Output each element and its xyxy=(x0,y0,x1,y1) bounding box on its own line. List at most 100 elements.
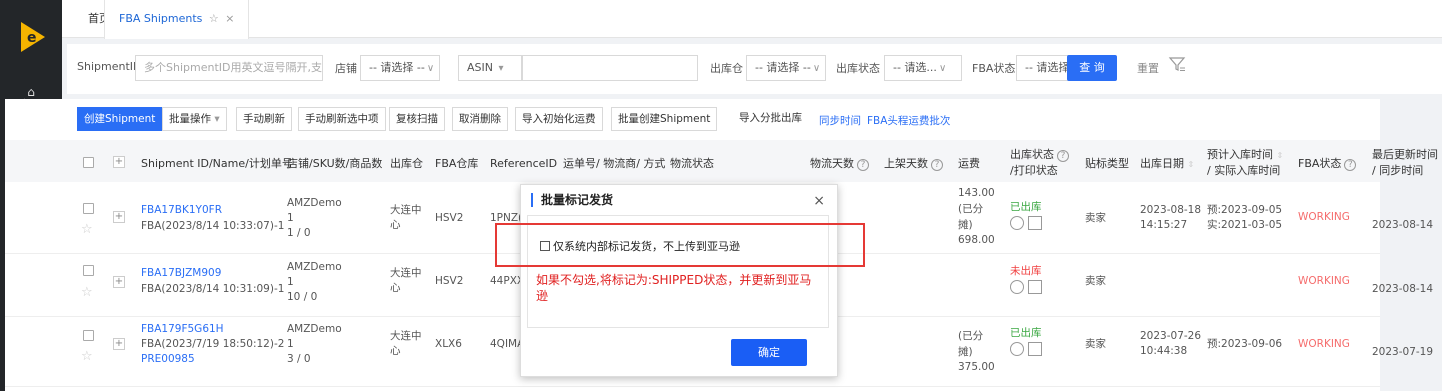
warehouse-name: 大连中心 xyxy=(390,330,422,357)
header-reference-id: ReferenceID xyxy=(490,157,558,170)
store-name: AMZDemo xyxy=(287,261,342,273)
fba-status: WORKING xyxy=(1298,275,1350,287)
circle-icon[interactable] xyxy=(1010,280,1024,294)
sync-time-link[interactable]: 同步时间 xyxy=(819,113,861,128)
item-count: 1 / 0 xyxy=(287,227,311,239)
batch-operations-button[interactable]: 批量操作 ▾ xyxy=(162,107,227,131)
tab-bar: 首页 FBA Shipments ☆ × xyxy=(62,0,1442,39)
freight-total: 375.00 xyxy=(958,361,995,373)
row-checkbox[interactable] xyxy=(83,330,94,341)
shipment-id-link[interactable]: FBA17BK1Y0FR xyxy=(141,203,222,218)
freight-note-2: 摊) xyxy=(958,219,973,231)
expand-row-icon[interactable]: + xyxy=(113,338,125,350)
label-type: 卖家 xyxy=(1085,338,1106,350)
header-print-status: /打印状态 xyxy=(1010,164,1058,177)
cancel-delete-button[interactable]: 取消删除 xyxy=(452,107,508,131)
shipment-id-link[interactable]: FBA17BJZM909 xyxy=(141,266,221,281)
shipment-id-link[interactable]: FBA179F5G61H xyxy=(141,322,224,337)
print-status-icons[interactable] xyxy=(1010,280,1042,295)
manual-refresh-button[interactable]: 手动刷新 xyxy=(236,107,292,131)
filter-icon[interactable] xyxy=(1168,55,1186,73)
close-icon[interactable]: × xyxy=(813,193,825,209)
favorite-star-icon[interactable]: ☆ xyxy=(81,285,93,300)
square-icon[interactable] xyxy=(1028,216,1042,230)
print-status-icons[interactable] xyxy=(1010,216,1042,231)
fba-status: WORKING xyxy=(1298,338,1350,350)
sort-icon[interactable]: ⇕ xyxy=(1277,151,1284,160)
out-status-select[interactable]: -- 请选... ∨ xyxy=(884,55,962,81)
est-in-date: 预:2023-09-06 xyxy=(1207,338,1283,350)
close-icon[interactable]: × xyxy=(225,12,234,25)
sort-icon[interactable]: ⇕ xyxy=(1188,160,1195,169)
warning-hint: 如果不勾选,将标记为:SHIPPED状态，并更新到亚马逊 xyxy=(536,273,812,303)
header-logistics-status: 物流状态 xyxy=(670,157,714,170)
square-icon[interactable] xyxy=(1028,280,1042,294)
out-time: 10:44:38 xyxy=(1140,345,1188,357)
plan-number-link[interactable]: PRE00985 xyxy=(141,352,195,367)
recheck-scan-button[interactable]: 复核扫描 xyxy=(389,107,445,131)
updated-date: 2023-07-19 xyxy=(1372,346,1434,358)
create-shipment-button[interactable]: 创建Shipment xyxy=(77,107,163,131)
freight-note-2: 摊) xyxy=(958,346,973,358)
fba-freight-batch-link[interactable]: FBA头程运费批次 xyxy=(867,113,950,128)
warehouse-label: 出库仓 xyxy=(710,62,743,75)
help-icon[interactable]: ? xyxy=(1344,159,1357,171)
logo-icon[interactable]: e xyxy=(19,22,45,52)
row-checkbox[interactable] xyxy=(83,265,94,276)
import-fee-button[interactable]: 导入初始化运费 xyxy=(515,107,603,131)
expand-all-icon[interactable]: + xyxy=(113,156,125,168)
confirm-button[interactable]: 确定 xyxy=(731,339,807,366)
item-count: 3 / 0 xyxy=(287,353,311,365)
favorite-star-icon[interactable]: ☆ xyxy=(81,222,93,237)
asin-type-select[interactable]: ASIN ▾ xyxy=(458,55,522,81)
expand-row-icon[interactable]: + xyxy=(113,276,125,288)
header-shipment-id: Shipment ID/Name/计划单号 xyxy=(141,157,293,170)
header-store: 店铺/SKU数/商品数 xyxy=(287,157,383,170)
shipment-id-label: ShipmentID xyxy=(77,60,142,73)
header-freight: 运费 xyxy=(958,157,980,170)
est-in-date: 预:2023-09-05 xyxy=(1207,204,1283,216)
chevron-down-icon: ∨ xyxy=(426,63,435,74)
help-icon[interactable]: ? xyxy=(931,159,943,171)
circle-icon[interactable] xyxy=(1010,216,1024,230)
shipment-name: FBA(2023/8/14 10:33:07)-1 xyxy=(141,220,285,232)
expand-row-icon[interactable]: + xyxy=(113,211,125,223)
label-type: 卖家 xyxy=(1085,212,1106,224)
updated-date: 2023-08-14 xyxy=(1372,219,1434,231)
star-icon[interactable]: ☆ xyxy=(209,12,219,25)
batch-create-shipment-button[interactable]: 批量创建Shipment xyxy=(611,107,718,131)
header-est-in: 预计入库时间 ⇕ xyxy=(1207,148,1284,161)
svg-text:e: e xyxy=(27,30,37,46)
print-status-icons[interactable] xyxy=(1010,342,1042,357)
favorite-star-icon[interactable]: ☆ xyxy=(81,349,93,364)
query-button[interactable]: 查 询 xyxy=(1067,55,1117,81)
import-batch-out-button[interactable]: 导入分批出库 xyxy=(733,107,808,131)
out-date: 2023-07-26 xyxy=(1140,330,1202,342)
select-all-checkbox[interactable] xyxy=(83,157,94,168)
bag-icon: ⌂ xyxy=(27,85,35,99)
shipment-id-input[interactable]: 多个ShipmentID用英文逗号隔开,支持 xyxy=(135,55,323,81)
refresh-selected-button[interactable]: 手动刷新选中项 xyxy=(298,107,386,131)
freight-total: 698.00 xyxy=(958,234,995,246)
shipment-name: FBA(2023/8/14 10:31:09)-1 xyxy=(141,283,285,295)
sku-count: 1 xyxy=(287,338,294,350)
out-status: 已出库 xyxy=(1010,327,1042,339)
help-icon[interactable]: ? xyxy=(857,159,869,171)
freight-note: (已分 xyxy=(958,330,984,342)
asin-input[interactable] xyxy=(522,55,698,81)
store-select[interactable]: -- 请选择 -- ∨ xyxy=(360,55,440,81)
app-root: e ⌂ 产品 ⊔ 采购 ⊙ 刊登 ◎ 广告 ⊡ 销售 ▭ 发货 ◆ xyxy=(0,0,1442,391)
row-checkbox[interactable] xyxy=(83,203,94,214)
square-icon[interactable] xyxy=(1028,342,1042,356)
help-icon[interactable]: ? xyxy=(1057,150,1069,162)
reset-button[interactable]: 重置 xyxy=(1137,60,1159,76)
header-updated: 最后更新时间 xyxy=(1372,148,1438,161)
out-date: 2023-08-18 xyxy=(1140,204,1202,216)
warehouse-select[interactable]: -- 请选择 -- ∨ xyxy=(746,55,826,81)
caret-down-icon: ▾ xyxy=(498,63,504,74)
freight-note: (已分 xyxy=(958,203,984,215)
tab-fba-shipments[interactable]: FBA Shipments ☆ × xyxy=(104,0,250,39)
reference-id: 44PXX xyxy=(490,275,525,287)
warehouse-name: 大连中心 xyxy=(390,267,422,294)
circle-icon[interactable] xyxy=(1010,342,1024,356)
